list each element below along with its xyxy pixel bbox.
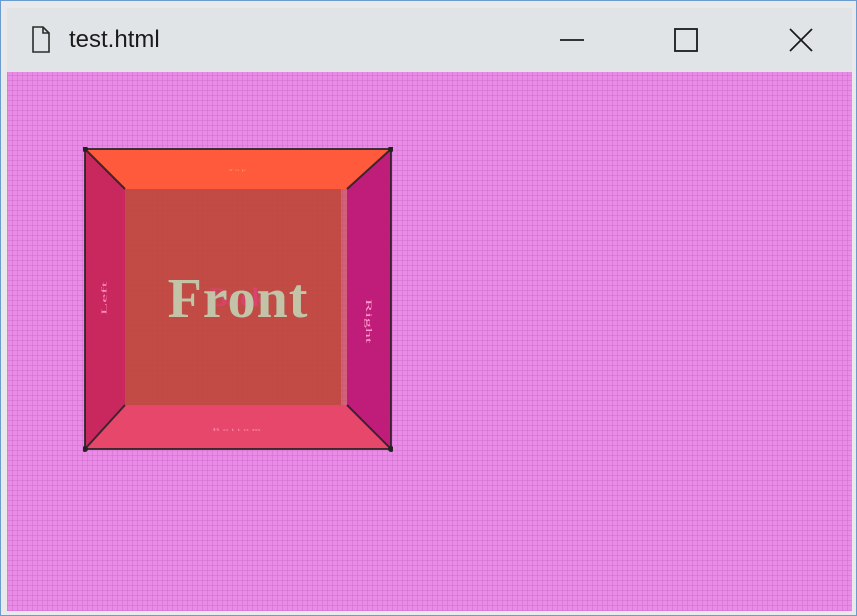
front-face-label: Front — [167, 268, 309, 330]
close-button[interactable] — [770, 8, 834, 72]
minimize-button[interactable] — [540, 8, 604, 72]
bottom-face-label: Bottom — [212, 427, 264, 433]
page-content: Top Bottom Left Right Back Front — [7, 72, 852, 611]
title-bar[interactable]: test.html — [7, 8, 852, 72]
close-icon — [789, 28, 813, 52]
cube-box: Top Bottom Left Right Back Front — [83, 147, 393, 452]
maximize-icon — [674, 28, 698, 52]
file-icon — [27, 24, 55, 56]
window-title: test.html — [69, 26, 160, 53]
browser-window: test.html Top Bottom Left Back Front — [0, 0, 857, 616]
top-face-label: Top — [228, 168, 248, 172]
minimize-icon — [560, 39, 584, 41]
maximize-button[interactable] — [655, 8, 719, 72]
